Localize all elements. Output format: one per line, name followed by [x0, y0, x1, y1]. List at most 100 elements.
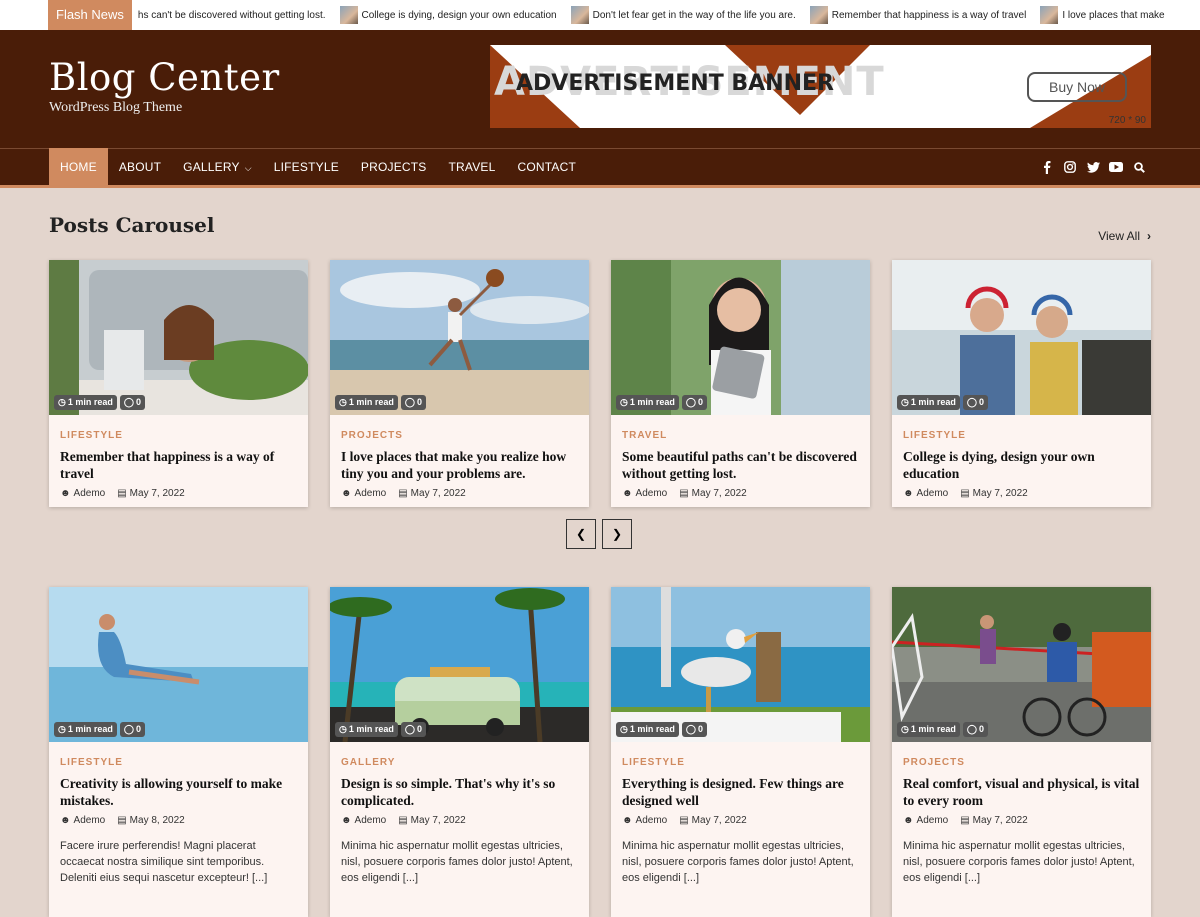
carousel-prev-button[interactable]: ❮ — [566, 519, 596, 549]
post-card[interactable]: ◷ 1 min read ◯ 0 TRAVEL Some beautiful pat… — [611, 260, 870, 507]
post-thumbnail[interactable]: ◷ 1 min read ◯ 0 — [611, 587, 870, 742]
post-category[interactable]: LIFESTYLE — [60, 757, 123, 768]
post-category[interactable]: LIFESTYLE — [622, 757, 685, 768]
facebook-icon[interactable] — [1040, 160, 1054, 174]
nav-item-about[interactable]: ABOUT — [108, 148, 172, 187]
author-name: Ademo — [73, 488, 106, 499]
post-category[interactable]: GALLERY — [341, 757, 395, 768]
post-date[interactable]: ▤ May 7, 2022 — [960, 488, 1028, 499]
user-icon: ☻ — [341, 488, 352, 499]
instagram-icon[interactable] — [1063, 160, 1077, 174]
flash-news-item[interactable]: College is dying, design your own educat… — [339, 6, 557, 24]
comment-icon: ◯ — [685, 724, 696, 734]
post-thumbnail[interactable]: ◷ 1 min read ◯ 0 — [892, 260, 1151, 415]
post-content: LIFESTYLE Creativity is allowing yoursel… — [49, 742, 308, 898]
post-title[interactable]: Creativity is allowing yourself to make … — [60, 775, 297, 809]
carousel-next-button[interactable]: ❯ — [602, 519, 632, 549]
flash-news-item[interactable]: Remember that happiness is a way of trav… — [809, 6, 1026, 24]
post-thumbnail[interactable]: ◷ 1 min read ◯ 0 — [330, 587, 589, 742]
calendar-icon: ▤ — [679, 488, 689, 499]
post-badges: ◷ 1 min read ◯ 0 — [616, 722, 707, 737]
calendar-icon: ▤ — [679, 815, 689, 826]
post-card[interactable]: ◷ 1 min read ◯ 0 PROJECTS I love places th… — [330, 260, 589, 507]
flash-news-item[interactable]: hs can't be discovered without getting l… — [138, 10, 326, 21]
post-card[interactable]: ◷ 1 min read ◯ 0 LIFESTYLE Everything is d… — [611, 587, 870, 917]
post-meta: ☻ Ademo ▤ May 7, 2022 — [903, 815, 1140, 826]
comment-count-badge[interactable]: ◯ 0 — [962, 395, 988, 410]
post-title[interactable]: Everything is designed. Few things are d… — [622, 775, 859, 809]
post-category[interactable]: LIFESTYLE — [60, 430, 123, 441]
post-date[interactable]: ▤ May 7, 2022 — [679, 488, 747, 499]
chevron-right-icon: › — [1147, 229, 1151, 243]
clock-icon: ◷ — [901, 397, 909, 407]
post-author[interactable]: ☻ Ademo — [341, 488, 386, 499]
post-date[interactable]: ▤ May 7, 2022 — [960, 815, 1028, 826]
buy-now-button[interactable]: Buy Now — [1027, 72, 1127, 102]
post-author[interactable]: ☻ Ademo — [622, 488, 667, 499]
flash-news-item[interactable]: Don't let fear get in the way of the lif… — [570, 6, 796, 24]
post-date[interactable]: ▤ May 7, 2022 — [679, 815, 747, 826]
post-category[interactable]: TRAVEL — [622, 430, 667, 441]
post-thumbnail[interactable]: ◷ 1 min read ◯ 0 — [330, 260, 589, 415]
read-time-badge: ◷ 1 min read — [335, 395, 398, 410]
advertisement-banner[interactable]: ADVERTISEMENT ADVERTISEMENT BANNER Buy N… — [490, 45, 1151, 128]
comment-count-badge[interactable]: ◯ 0 — [119, 395, 145, 410]
view-all-link[interactable]: View All › — [1098, 229, 1151, 243]
nav-item-gallery[interactable]: GALLERY ⌵ — [172, 148, 263, 187]
post-title[interactable]: Real comfort, visual and physical, is vi… — [903, 775, 1140, 809]
post-title[interactable]: College is dying, design your own educat… — [903, 448, 1140, 482]
date-text: May 7, 2022 — [972, 488, 1028, 499]
nav-item-contact[interactable]: CONTACT — [507, 148, 588, 187]
post-title[interactable]: Remember that happiness is a way of trav… — [60, 448, 297, 482]
nav-item-projects[interactable]: PROJECTS — [350, 148, 438, 187]
carousel-controls: ❮ ❯ — [566, 519, 632, 549]
post-card[interactable]: ◷ 1 min read ◯ 0 LIFESTYLE Remember that h… — [49, 260, 308, 507]
twitter-icon[interactable] — [1086, 160, 1100, 174]
post-author[interactable]: ☻ Ademo — [341, 815, 386, 826]
post-title[interactable]: Design is so simple. That's why it's so … — [341, 775, 578, 809]
post-author[interactable]: ☻ Ademo — [60, 815, 105, 826]
user-icon: ☻ — [903, 488, 914, 499]
comment-icon: ◯ — [123, 724, 134, 734]
read-time-badge: ◷ 1 min read — [616, 395, 679, 410]
flash-news-item[interactable]: I love places that make — [1040, 6, 1165, 24]
comment-count-badge[interactable]: ◯ 0 — [681, 722, 707, 737]
post-card[interactable]: ◷ 1 min read ◯ 0 GALLERY Design is so simp… — [330, 587, 589, 917]
nav-item-travel[interactable]: TRAVEL — [438, 148, 507, 187]
post-author[interactable]: ☻ Ademo — [60, 488, 105, 499]
post-title[interactable]: I love places that make you realize how … — [341, 448, 578, 482]
youtube-icon[interactable] — [1109, 160, 1123, 174]
comment-icon: ◯ — [966, 397, 977, 407]
post-date[interactable]: ▤ May 7, 2022 — [117, 488, 185, 499]
post-thumbnail[interactable]: ◷ 1 min read ◯ 0 — [49, 587, 308, 742]
post-date[interactable]: ▤ May 7, 2022 — [398, 488, 466, 499]
post-author[interactable]: ☻ Ademo — [622, 815, 667, 826]
post-date[interactable]: ▤ May 7, 2022 — [398, 815, 466, 826]
comment-count-badge[interactable]: ◯ 0 — [119, 722, 145, 737]
comment-count-badge[interactable]: ◯ 0 — [962, 722, 988, 737]
post-card[interactable]: ◷ 1 min read ◯ 0 LIFESTYLE College is dyin… — [892, 260, 1151, 507]
search-icon[interactable] — [1132, 160, 1146, 174]
post-author[interactable]: ☻ Ademo — [903, 488, 948, 499]
post-content: PROJECTS Real comfort, visual and physic… — [892, 742, 1151, 898]
nav-item-lifestyle[interactable]: LIFESTYLE — [263, 148, 350, 187]
post-thumbnail[interactable]: ◷ 1 min read ◯ 0 — [49, 260, 308, 415]
read-time-text: 1 min read — [910, 724, 956, 734]
calendar-icon: ▤ — [398, 488, 408, 499]
comment-count-badge[interactable]: ◯ 0 — [400, 722, 426, 737]
post-author[interactable]: ☻ Ademo — [903, 815, 948, 826]
post-thumbnail[interactable]: ◷ 1 min read ◯ 0 — [892, 587, 1151, 742]
post-title[interactable]: Some beautiful paths can't be discovered… — [622, 448, 859, 482]
post-card[interactable]: ◷ 1 min read ◯ 0 LIFESTYLE Creativity is a… — [49, 587, 308, 917]
post-category[interactable]: LIFESTYLE — [903, 430, 966, 441]
site-title[interactable]: Blog Center — [49, 56, 280, 100]
post-thumbnail[interactable]: ◷ 1 min read ◯ 0 — [611, 260, 870, 415]
nav-item-home[interactable]: HOME — [49, 147, 108, 187]
comment-count-badge[interactable]: ◯ 0 — [400, 395, 426, 410]
post-date[interactable]: ▤ May 8, 2022 — [117, 815, 185, 826]
comment-count-badge[interactable]: ◯ 0 — [681, 395, 707, 410]
post-category[interactable]: PROJECTS — [341, 430, 403, 441]
view-all-label: View All — [1098, 229, 1140, 243]
post-card[interactable]: ◷ 1 min read ◯ 0 PROJECTS Real comfort, vi… — [892, 587, 1151, 917]
post-category[interactable]: PROJECTS — [903, 757, 965, 768]
